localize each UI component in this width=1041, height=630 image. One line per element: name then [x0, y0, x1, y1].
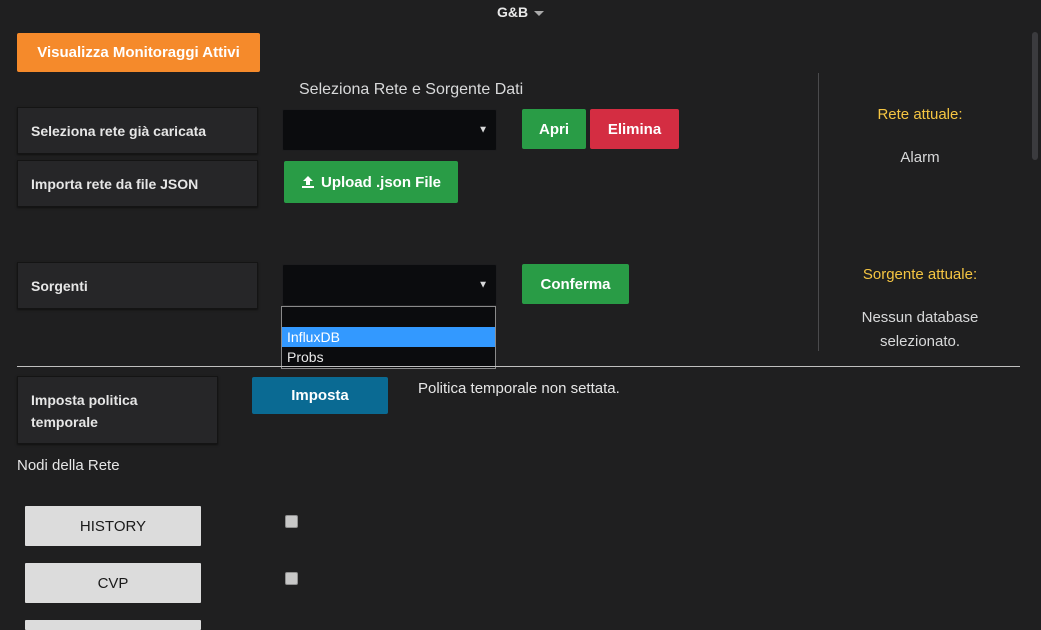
current-source-value: Nessun database selezionato.: [805, 306, 1035, 354]
dropdown-option-empty[interactable]: [282, 307, 495, 327]
dropdown-option-influxdb[interactable]: InfluxDB: [282, 327, 495, 347]
current-network-value: Alarm: [900, 149, 940, 166]
node-checkbox-cvp[interactable]: [285, 572, 298, 585]
dropdown-arrow-icon: ▼: [478, 279, 488, 291]
network-section-title: Seleziona Rete e Sorgente Dati: [299, 81, 524, 98]
delete-button[interactable]: Elimina: [590, 109, 679, 149]
node-button-history[interactable]: HISTORY: [25, 506, 201, 546]
policy-status-text: Politica temporale non settata.: [418, 380, 620, 397]
select-loaded-network-label: Seleziona rete già caricata: [17, 107, 258, 154]
import-json-label: Importa rete da file JSON: [17, 160, 258, 207]
current-network-heading: Rete attuale:: [877, 106, 963, 123]
temporal-policy-label-line1: Imposta politica: [31, 392, 138, 408]
dropdown-option-probs[interactable]: Probs: [282, 347, 495, 367]
sources-label: Sorgenti: [17, 262, 258, 309]
sources-dropdown-list[interactable]: InfluxDB Probs: [281, 306, 496, 369]
current-source-value-line1: Nessun database: [861, 309, 979, 326]
current-source-heading: Sorgente attuale:: [862, 266, 978, 283]
upload-json-button-label: Upload .json File: [320, 173, 441, 191]
upload-json-button[interactable]: Upload .json File: [284, 161, 458, 203]
node-button-cvp[interactable]: CVP: [25, 563, 201, 603]
dropdown-arrow-icon: ▼: [478, 124, 488, 136]
open-button[interactable]: Apri: [522, 109, 586, 149]
set-policy-button[interactable]: Imposta: [252, 377, 388, 414]
dashboard-title-text: G&B: [496, 4, 529, 20]
node-checkbox-history[interactable]: [285, 515, 298, 528]
view-active-monitoring-button[interactable]: Visualizza Monitoraggi Attivi: [17, 33, 260, 72]
sources-select[interactable]: ▼: [282, 264, 497, 306]
chevron-down-icon: [534, 10, 545, 16]
network-select[interactable]: ▼: [282, 109, 497, 151]
confirm-button[interactable]: Conferma: [522, 264, 629, 304]
temporal-policy-label: Imposta politica temporale: [17, 376, 218, 444]
dashboard-title[interactable]: G&B: [0, 4, 1041, 24]
network-nodes-title: Nodi della Rete: [17, 457, 120, 474]
node-button-partial[interactable]: [25, 620, 201, 630]
upload-icon: [301, 176, 314, 188]
horizontal-divider: [17, 366, 1020, 367]
temporal-policy-label-line2: temporale: [31, 414, 98, 430]
scrollbar-thumb[interactable]: [1032, 32, 1038, 160]
current-source-value-line2: selezionato.: [879, 333, 961, 350]
